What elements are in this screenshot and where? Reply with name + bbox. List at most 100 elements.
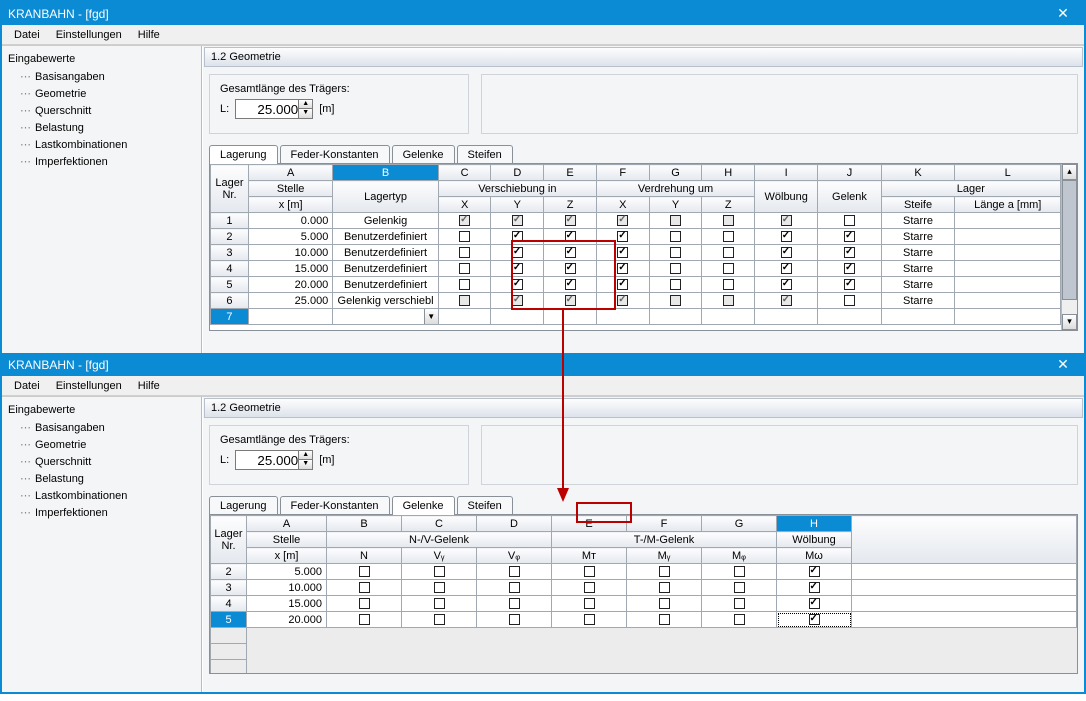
table-row[interactable]: 10.000GelenkigStarre <box>211 213 1061 229</box>
checkbox[interactable] <box>584 598 595 609</box>
checkbox[interactable] <box>670 247 681 258</box>
scroll-down-icon[interactable]: ▾ <box>1062 314 1077 330</box>
cell-g[interactable] <box>818 229 881 245</box>
nav-item-belastung[interactable]: ⋯Belastung <box>2 470 201 487</box>
cell-vz[interactable] <box>477 564 552 580</box>
cell-cx[interactable] <box>438 261 491 277</box>
nav-item-querschnitt[interactable]: ⋯Querschnitt <box>2 102 201 119</box>
col-G[interactable]: G <box>649 165 702 181</box>
cell-rz[interactable] <box>702 293 755 309</box>
length-spinner[interactable]: ▲ ▼ <box>235 99 313 119</box>
row-header[interactable]: 4 <box>211 596 247 612</box>
cell-cy[interactable] <box>491 213 544 229</box>
checkbox[interactable] <box>781 231 792 242</box>
checkbox[interactable] <box>723 295 734 306</box>
scrollbar-vertical[interactable]: ▴ ▾ <box>1061 164 1077 330</box>
cell-cy[interactable] <box>491 229 544 245</box>
checkbox[interactable] <box>459 279 470 290</box>
cell-w[interactable] <box>755 293 818 309</box>
cell-cz[interactable] <box>544 229 597 245</box>
row-header[interactable]: 3 <box>211 245 249 261</box>
scroll-up-icon[interactable]: ▴ <box>1062 164 1077 180</box>
cell-rx[interactable] <box>596 293 649 309</box>
cell-mz[interactable] <box>702 612 777 628</box>
checkbox[interactable] <box>809 598 820 609</box>
checkbox[interactable] <box>659 566 670 577</box>
nav-item-belastung[interactable]: ⋯Belastung <box>2 119 201 136</box>
cell-laenge[interactable] <box>955 213 1061 229</box>
cell-lagertyp[interactable]: Benutzerdefiniert <box>333 229 438 245</box>
cell-x[interactable]: 15.000 <box>247 596 327 612</box>
checkbox[interactable] <box>512 231 523 242</box>
table-row[interactable]: 310.000BenutzerdefiniertStarre <box>211 245 1061 261</box>
cell-x[interactable]: 25.000 <box>248 293 332 309</box>
checkbox[interactable] <box>781 215 792 226</box>
grid-gelenke[interactable]: LagerNr. A B C D E F G H Stelle <box>209 514 1078 674</box>
cell-ry[interactable] <box>649 229 702 245</box>
col-C[interactable]: C <box>402 516 477 532</box>
cell-mw[interactable] <box>777 580 852 596</box>
cell-g[interactable] <box>818 293 881 309</box>
menu-datei[interactable]: Datei <box>8 27 46 43</box>
checkbox[interactable] <box>723 279 734 290</box>
cell-steife[interactable]: Starre <box>881 213 955 229</box>
cell-cz[interactable] <box>544 277 597 293</box>
table-row[interactable]: 415.000 <box>211 596 1077 612</box>
cell-steife[interactable]: Starre <box>881 229 955 245</box>
checkbox[interactable] <box>781 295 792 306</box>
table-row[interactable]: 25.000BenutzerdefiniertStarre <box>211 229 1061 245</box>
checkbox[interactable] <box>512 263 523 274</box>
checkbox[interactable] <box>723 263 734 274</box>
checkbox[interactable] <box>844 295 855 306</box>
checkbox[interactable] <box>434 582 445 593</box>
tab-lagerung[interactable]: Lagerung <box>209 145 278 164</box>
cell-cy[interactable] <box>491 261 544 277</box>
cell-lagertyp-dropdown[interactable]: ▼ <box>333 309 438 325</box>
checkbox[interactable] <box>359 566 370 577</box>
cell-cz[interactable] <box>544 261 597 277</box>
cell-w[interactable] <box>755 213 818 229</box>
cell-steife[interactable]: Starre <box>881 277 955 293</box>
nav-item-lastkombinationen[interactable]: ⋯Lastkombinationen <box>2 136 201 153</box>
nav-item-basisangaben[interactable]: ⋯Basisangaben <box>2 68 201 85</box>
cell-vy[interactable] <box>402 596 477 612</box>
checkbox[interactable] <box>659 598 670 609</box>
cell-n[interactable] <box>327 564 402 580</box>
row-header[interactable]: 5 <box>211 612 247 628</box>
checkbox[interactable] <box>565 247 576 258</box>
col-I[interactable]: I <box>755 165 818 181</box>
cell-g[interactable] <box>818 245 881 261</box>
cell-laenge[interactable] <box>955 293 1061 309</box>
checkbox[interactable] <box>844 215 855 226</box>
nav-item-geometrie[interactable]: ⋯Geometrie <box>2 436 201 453</box>
nav-item-basisangaben[interactable]: ⋯Basisangaben <box>2 419 201 436</box>
cell-x[interactable]: 15.000 <box>248 261 332 277</box>
cell-x[interactable]: 20.000 <box>248 277 332 293</box>
cell-mz[interactable] <box>702 596 777 612</box>
cell-vy[interactable] <box>402 564 477 580</box>
cell-cx[interactable] <box>438 213 491 229</box>
checkbox[interactable] <box>781 247 792 258</box>
cell-rx[interactable] <box>596 261 649 277</box>
menu-einstellungen[interactable]: Einstellungen <box>50 378 128 394</box>
col-C[interactable]: C <box>438 165 491 181</box>
cell-n[interactable] <box>327 596 402 612</box>
checkbox[interactable] <box>723 231 734 242</box>
dropdown-icon[interactable]: ▼ <box>424 309 438 324</box>
col-G[interactable]: G <box>702 516 777 532</box>
cell-my[interactable] <box>627 580 702 596</box>
checkbox[interactable] <box>565 263 576 274</box>
nav-item-imperfektionen[interactable]: ⋯Imperfektionen <box>2 504 201 521</box>
checkbox[interactable] <box>670 279 681 290</box>
cell-cx[interactable] <box>438 277 491 293</box>
checkbox[interactable] <box>617 263 628 274</box>
cell-g[interactable] <box>818 213 881 229</box>
cell-cy[interactable] <box>491 245 544 261</box>
cell-my[interactable] <box>627 564 702 580</box>
cell-x[interactable]: 10.000 <box>248 245 332 261</box>
cell-cx[interactable] <box>438 229 491 245</box>
cell-w[interactable] <box>755 261 818 277</box>
checkbox[interactable] <box>584 614 595 625</box>
cell-rz[interactable] <box>702 277 755 293</box>
col-A[interactable]: A <box>247 516 327 532</box>
